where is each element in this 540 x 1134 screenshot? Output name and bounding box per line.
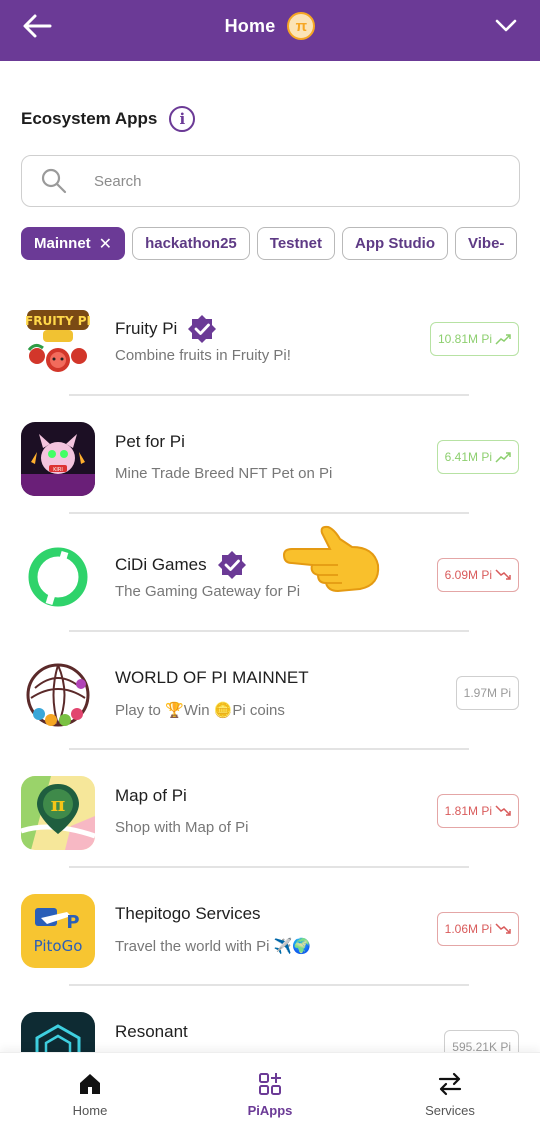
chip-testnet[interactable]: Testnet	[256, 227, 336, 260]
fruity-pi-logo-text: FRUITY PI	[25, 314, 91, 328]
home-icon	[80, 1074, 100, 1094]
trend-up-icon	[495, 452, 511, 463]
chip-label: hackathon25	[145, 235, 237, 252]
app-row-resonant[interactable]: Resonant 595.21K Pi	[0, 986, 540, 1052]
app-name-text: WORLD OF PI MAINNET	[115, 668, 309, 687]
app-row-cidi-games[interactable]: CiDi Games The Gaming Gateway for Pi 6.0…	[0, 514, 540, 632]
apps-grid-icon	[259, 1073, 281, 1095]
cidi-games-app-icon	[21, 540, 95, 614]
chip-label: Testnet	[269, 235, 323, 252]
top-app-bar: Home π	[0, 0, 540, 61]
trend-down-icon	[495, 805, 511, 816]
volume-badge: 1.97M Pi	[455, 676, 519, 710]
nav-label: Home	[72, 1103, 108, 1118]
trend-down-icon	[495, 923, 511, 934]
app-description: Shop with Map of Pi	[115, 819, 249, 836]
app-list: FRUITY PI Fruity Pi Combine fruits in Fr…	[0, 278, 540, 1052]
close-icon[interactable]: ✕	[99, 234, 112, 254]
verified-badge-icon	[188, 315, 217, 343]
svg-text:P: P	[66, 912, 79, 933]
chip-app-studio[interactable]: App Studio	[342, 227, 448, 260]
pitogo-app-icon: P PitoGo	[21, 894, 95, 968]
resonant-app-icon	[21, 1012, 95, 1052]
app-row-pet-for-pi[interactable]: KIRI Pet for Pi Mine Trade Breed NFT Pet…	[0, 396, 540, 514]
volume-value: 1.97M Pi	[463, 686, 511, 700]
app-name-text: Pet for Pi	[115, 432, 185, 451]
pi-coin-icon[interactable]: π	[287, 12, 316, 40]
filter-chips: Mainnet ✕ hackathon25 Testnet App Studio…	[21, 227, 540, 261]
verified-badge-icon	[217, 551, 246, 579]
app-name: Fruity Pi	[115, 314, 217, 344]
chip-vibe[interactable]: Vibe-	[455, 227, 518, 260]
trend-down-icon	[495, 569, 511, 580]
page-title: Home	[224, 15, 276, 36]
volume-badge: 6.09M Pi	[436, 558, 519, 592]
app-description: Combine fruits in Fruity Pi!	[115, 347, 291, 364]
chip-label: App Studio	[355, 235, 435, 252]
volume-value: 10.81M Pi	[437, 332, 492, 346]
volume-value: 1.06M Pi	[444, 922, 492, 936]
pitogo-logo-text: PitoGo	[34, 937, 83, 955]
map-pi-logo-text: π	[51, 792, 66, 816]
chip-label: Vibe-	[468, 235, 505, 252]
app-description: Play to 🏆Win 🪙Pi coins	[115, 702, 285, 719]
app-name-text: Thepitogo Services	[115, 904, 261, 923]
volume-badge: 1.81M Pi	[436, 794, 519, 828]
nav-label: Services	[425, 1103, 475, 1118]
nav-services[interactable]: Services	[360, 1053, 540, 1134]
volume-badge: 10.81M Pi	[429, 322, 519, 356]
app-name: Pet for Pi	[115, 432, 185, 452]
volume-badge: 1.06M Pi	[436, 912, 519, 946]
app-name-text: Fruity Pi	[115, 319, 178, 338]
app-name: WORLD OF PI MAINNET	[115, 668, 309, 688]
app-name: Map of Pi	[115, 786, 187, 806]
volume-value: 6.09M Pi	[444, 568, 492, 582]
search-icon	[41, 168, 67, 194]
app-name-text: Resonant	[115, 1022, 188, 1041]
chip-label: Mainnet	[34, 235, 91, 252]
chip-hackathon25[interactable]: hackathon25	[132, 227, 250, 260]
swap-arrows-icon	[438, 1072, 462, 1096]
chip-mainnet[interactable]: Mainnet ✕	[21, 227, 126, 260]
chevron-down-icon[interactable]	[494, 16, 518, 36]
pet-logo-text: KIRI	[53, 467, 63, 473]
world-of-pi-app-icon	[21, 658, 95, 732]
volume-value: 595.21K Pi	[452, 1040, 511, 1052]
bottom-nav: Home PiApps Services	[0, 1052, 540, 1134]
app-row-thepitogo[interactable]: P PitoGo Thepitogo Services Travel the w…	[0, 868, 540, 986]
app-name: Resonant	[115, 1022, 188, 1042]
app-description: Travel the world with Pi ✈️🌍	[115, 938, 312, 955]
app-row-world-of-pi[interactable]: WORLD OF PI MAINNET Play to 🏆Win 🪙Pi coi…	[0, 632, 540, 750]
app-name: Thepitogo Services	[115, 904, 261, 924]
title-group: Home π	[0, 12, 540, 40]
trend-up-icon	[495, 334, 511, 345]
nav-label: PiApps	[247, 1103, 293, 1118]
app-name-text: Map of Pi	[115, 786, 187, 805]
app-name: CiDi Games	[115, 550, 247, 580]
fruity-pi-app-icon: FRUITY PI	[21, 304, 95, 378]
app-name-text: CiDi Games	[115, 555, 207, 574]
pointing-hand-icon	[282, 525, 380, 593]
info-icon[interactable]: i	[169, 106, 196, 132]
volume-badge: 6.41M Pi	[436, 440, 519, 474]
map-of-pi-app-icon: π	[21, 776, 95, 850]
app-description: Mine Trade Breed NFT Pet on Pi	[115, 465, 333, 482]
volume-badge: 595.21K Pi	[444, 1030, 519, 1052]
app-row-fruity-pi[interactable]: FRUITY PI Fruity Pi Combine fruits in Fr…	[0, 278, 540, 396]
search-box[interactable]	[21, 155, 520, 207]
search-input[interactable]	[94, 172, 474, 190]
pet-for-pi-app-icon: KIRI	[21, 422, 95, 496]
nav-home[interactable]: Home	[0, 1053, 180, 1134]
nav-piapps[interactable]: PiApps	[180, 1053, 360, 1134]
volume-value: 1.81M Pi	[444, 804, 492, 818]
volume-value: 6.41M Pi	[444, 450, 492, 464]
app-row-map-of-pi[interactable]: π Map of Pi Shop with Map of Pi 1.81M Pi	[0, 750, 540, 868]
app-description: The Gaming Gateway for Pi	[115, 583, 301, 600]
section-header: Ecosystem Apps i	[21, 106, 196, 132]
section-title: Ecosystem Apps	[21, 109, 158, 128]
